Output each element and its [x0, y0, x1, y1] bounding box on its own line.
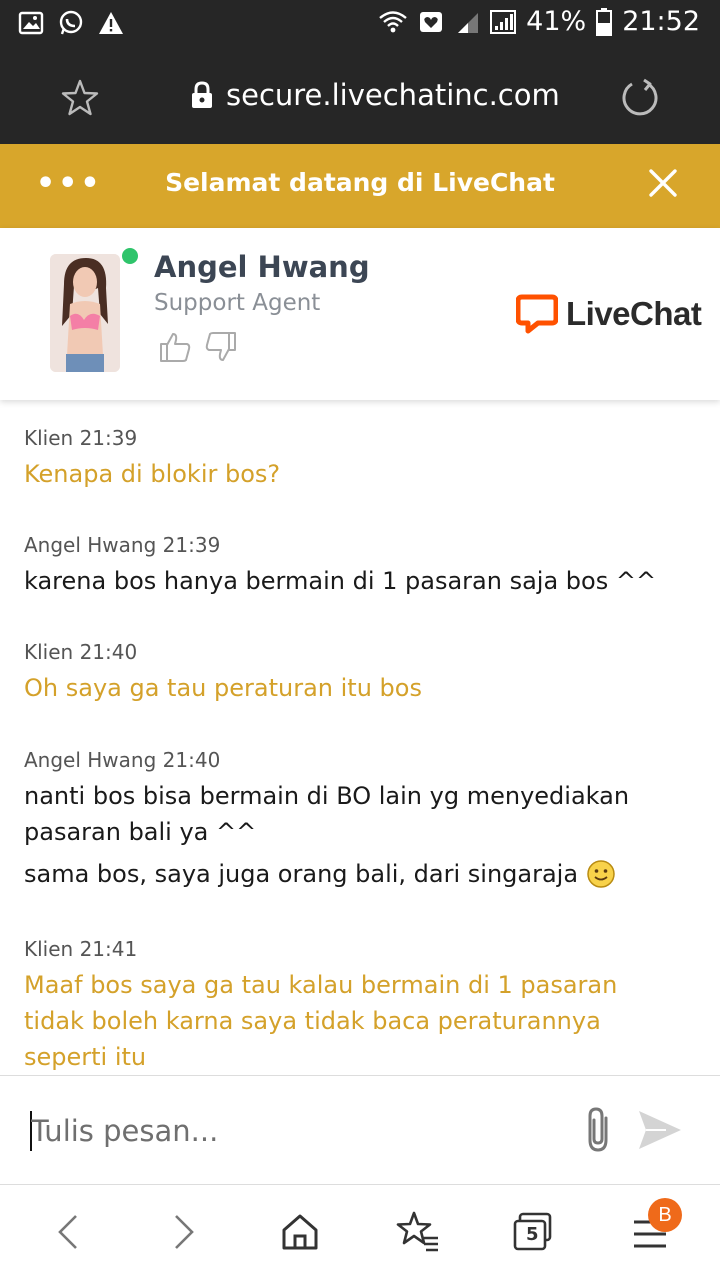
message-text: sama bos, saya juga orang bali, dari sin…	[24, 860, 579, 888]
message-meta: Klien 21:39	[24, 426, 138, 450]
paperclip-icon[interactable]	[580, 1104, 618, 1154]
home-icon[interactable]	[276, 1208, 324, 1256]
url-field[interactable]: secure.livechatinc.com	[190, 78, 560, 112]
signal-icon	[490, 9, 517, 34]
bookmark-star-icon[interactable]	[60, 78, 100, 118]
message-item: Angel Hwang 21:40 nanti bos bisa bermain…	[24, 748, 684, 892]
message-text: nanti bos bisa bermain di BO lain yg men…	[24, 782, 630, 846]
notification-badge: B	[648, 1198, 682, 1232]
message-text: karena bos hanya bermain di 1 pasaran sa…	[24, 567, 657, 595]
wifi-icon	[379, 10, 407, 32]
message-item: Klien 21:39 Kenapa di blokir bos?	[24, 426, 684, 492]
livechat-logo-text: LiveChat	[566, 295, 702, 332]
whatsapp-icon	[59, 10, 83, 35]
message-text: Oh saya ga tau peraturan itu bos	[24, 674, 422, 702]
warning-icon	[99, 12, 123, 34]
url-text: secure.livechatinc.com	[226, 78, 560, 112]
smiley-emoji-icon	[587, 860, 615, 888]
message-meta: Klien 21:41	[24, 937, 138, 961]
thumbs-down-icon[interactable]	[204, 330, 238, 364]
signal-icon	[458, 12, 479, 33]
message-meta: Angel Hwang 21:40	[24, 748, 221, 772]
message-item: Klien 21:40 Oh saya ga tau peraturan itu…	[24, 640, 684, 706]
browser-bottom-nav: 5 B	[0, 1186, 720, 1280]
message-item: Klien 21:41 Maaf bos saya ga tau kalau b…	[24, 937, 684, 1075]
image-icon	[18, 11, 44, 35]
agent-card: Angel Hwang Support Agent LiveChat	[0, 228, 720, 400]
message-text-row: sama bos, saya juga orang bali, dari sin…	[24, 856, 684, 892]
close-icon[interactable]	[648, 168, 678, 198]
send-icon[interactable]	[636, 1108, 684, 1152]
heart-icon	[420, 11, 443, 32]
reload-icon[interactable]	[618, 76, 662, 120]
message-composer	[0, 1075, 720, 1185]
avatar	[50, 254, 120, 372]
browser-url-bar: secure.livechatinc.com	[0, 50, 720, 144]
clock: 21:52	[622, 6, 700, 37]
lock-icon	[192, 81, 212, 108]
message-text: Maaf bos saya ga tau kalau bermain di 1 …	[24, 971, 618, 1071]
battery-percent: 41%	[526, 6, 587, 37]
status-bar: 41% 21:52	[0, 0, 720, 50]
agent-role: Support Agent	[154, 290, 321, 316]
tab-count: 5	[526, 1224, 539, 1245]
back-icon[interactable]	[44, 1208, 92, 1256]
message-input[interactable]	[31, 1106, 551, 1156]
livechat-header: ••• Selamat datang di LiveChat	[0, 144, 720, 228]
livechat-logo-icon	[516, 294, 558, 334]
header-title: Selamat datang di LiveChat	[165, 168, 555, 197]
livechat-logo: LiveChat	[516, 294, 702, 334]
message-meta: Angel Hwang 21:39	[24, 533, 221, 557]
battery-icon	[596, 7, 613, 36]
bookmarks-icon[interactable]	[394, 1208, 442, 1256]
message-meta: Klien 21:40	[24, 640, 138, 664]
thumbs-up-icon[interactable]	[158, 330, 192, 364]
message-text: Kenapa di blokir bos?	[24, 460, 281, 488]
agent-name: Angel Hwang	[154, 250, 370, 284]
forward-icon[interactable]	[160, 1208, 208, 1256]
online-status-dot	[122, 248, 138, 264]
message-list: Klien 21:39 Kenapa di blokir bos? Angel …	[0, 400, 720, 1075]
message-item: Angel Hwang 21:39 karena bos hanya berma…	[24, 533, 684, 599]
